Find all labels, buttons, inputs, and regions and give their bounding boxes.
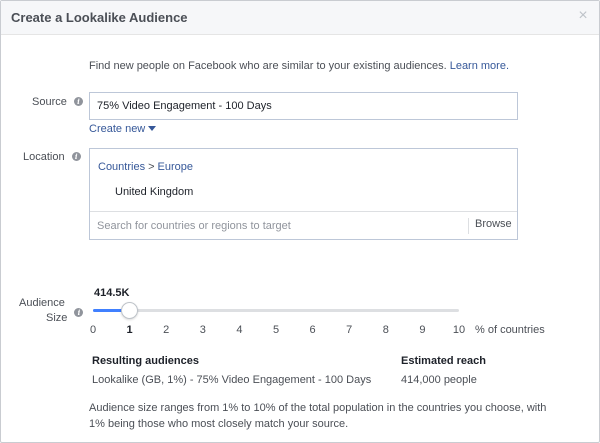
- resulting-audiences-header: Resulting audiences: [92, 355, 199, 367]
- dialog-header: Create a Lookalike Audience ×: [1, 1, 599, 35]
- location-search-input[interactable]: [90, 212, 468, 239]
- location-breadcrumb: Countries > Europe: [98, 161, 193, 173]
- create-new-link[interactable]: Create new: [89, 123, 145, 135]
- intro-text: Find new people on Facebook who are simi…: [89, 60, 447, 72]
- audience-size-value: 414.5K: [94, 287, 130, 299]
- create-new-dropdown[interactable]: Create new: [89, 123, 157, 135]
- breadcrumb-europe[interactable]: Europe: [158, 161, 193, 173]
- learn-more-link[interactable]: Learn more.: [450, 60, 509, 72]
- slider-tick-8[interactable]: 8: [376, 324, 396, 336]
- audience-size-label-line2: Size: [46, 312, 68, 324]
- source-label-row: Source i: [32, 96, 83, 108]
- audience-size-footnote: Audience size ranges from 1% to 10% of t…: [89, 402, 547, 430]
- breadcrumb-countries[interactable]: Countries: [98, 161, 145, 173]
- caret-down-icon[interactable]: [148, 126, 157, 131]
- slider-tick-7[interactable]: 7: [339, 324, 359, 336]
- audience-size-label-line2-wrap: Size i: [19, 308, 84, 326]
- slider-tick-5[interactable]: 5: [266, 324, 286, 336]
- audience-size-label-line1: Audience: [19, 297, 65, 309]
- browse-button[interactable]: Browse: [468, 218, 517, 234]
- location-label: Location: [23, 151, 65, 163]
- info-icon[interactable]: i: [71, 152, 81, 161]
- estimated-reach-header: Estimated reach: [401, 355, 486, 367]
- close-icon[interactable]: ×: [575, 8, 591, 24]
- estimated-reach-value: 414,000 people: [401, 374, 477, 386]
- audience-size-label-row: Audience Size i: [19, 296, 84, 326]
- slider-tick-4[interactable]: 4: [229, 324, 249, 336]
- info-icon[interactable]: i: [73, 97, 83, 106]
- selected-country[interactable]: United Kingdom: [115, 186, 193, 198]
- lookalike-dialog: Create a Lookalike Audience × Find new p…: [0, 0, 600, 443]
- slider-tick-1[interactable]: 1: [120, 324, 140, 336]
- resulting-audiences-value: Lookalike (GB, 1%) - 75% Video Engagemen…: [92, 374, 372, 386]
- intro-text-row: Find new people on Facebook who are simi…: [89, 60, 509, 72]
- location-search-row: Browse: [90, 211, 517, 239]
- location-label-row: Location i: [23, 151, 81, 163]
- slider-tick-3[interactable]: 3: [193, 324, 213, 336]
- percent-of-countries-label: % of countries: [475, 324, 545, 336]
- location-selector: Countries>Europe United Kingdom Browse: [89, 148, 518, 240]
- slider-handle[interactable]: [120, 302, 138, 319]
- slider-tick-2[interactable]: 2: [156, 324, 176, 336]
- source-label: Source: [32, 96, 67, 108]
- dialog-title: Create a Lookalike Audience: [11, 10, 188, 25]
- slider-track[interactable]: [93, 309, 459, 312]
- slider-tick-9[interactable]: 9: [412, 324, 432, 336]
- source-input[interactable]: 75% Video Engagement - 100 Days: [89, 92, 518, 120]
- slider-tick-0[interactable]: 0: [83, 324, 103, 336]
- breadcrumb-separator: >: [148, 161, 155, 173]
- info-icon[interactable]: i: [74, 308, 84, 317]
- slider-tick-10[interactable]: 10: [449, 324, 469, 336]
- slider-tick-6[interactable]: 6: [303, 324, 323, 336]
